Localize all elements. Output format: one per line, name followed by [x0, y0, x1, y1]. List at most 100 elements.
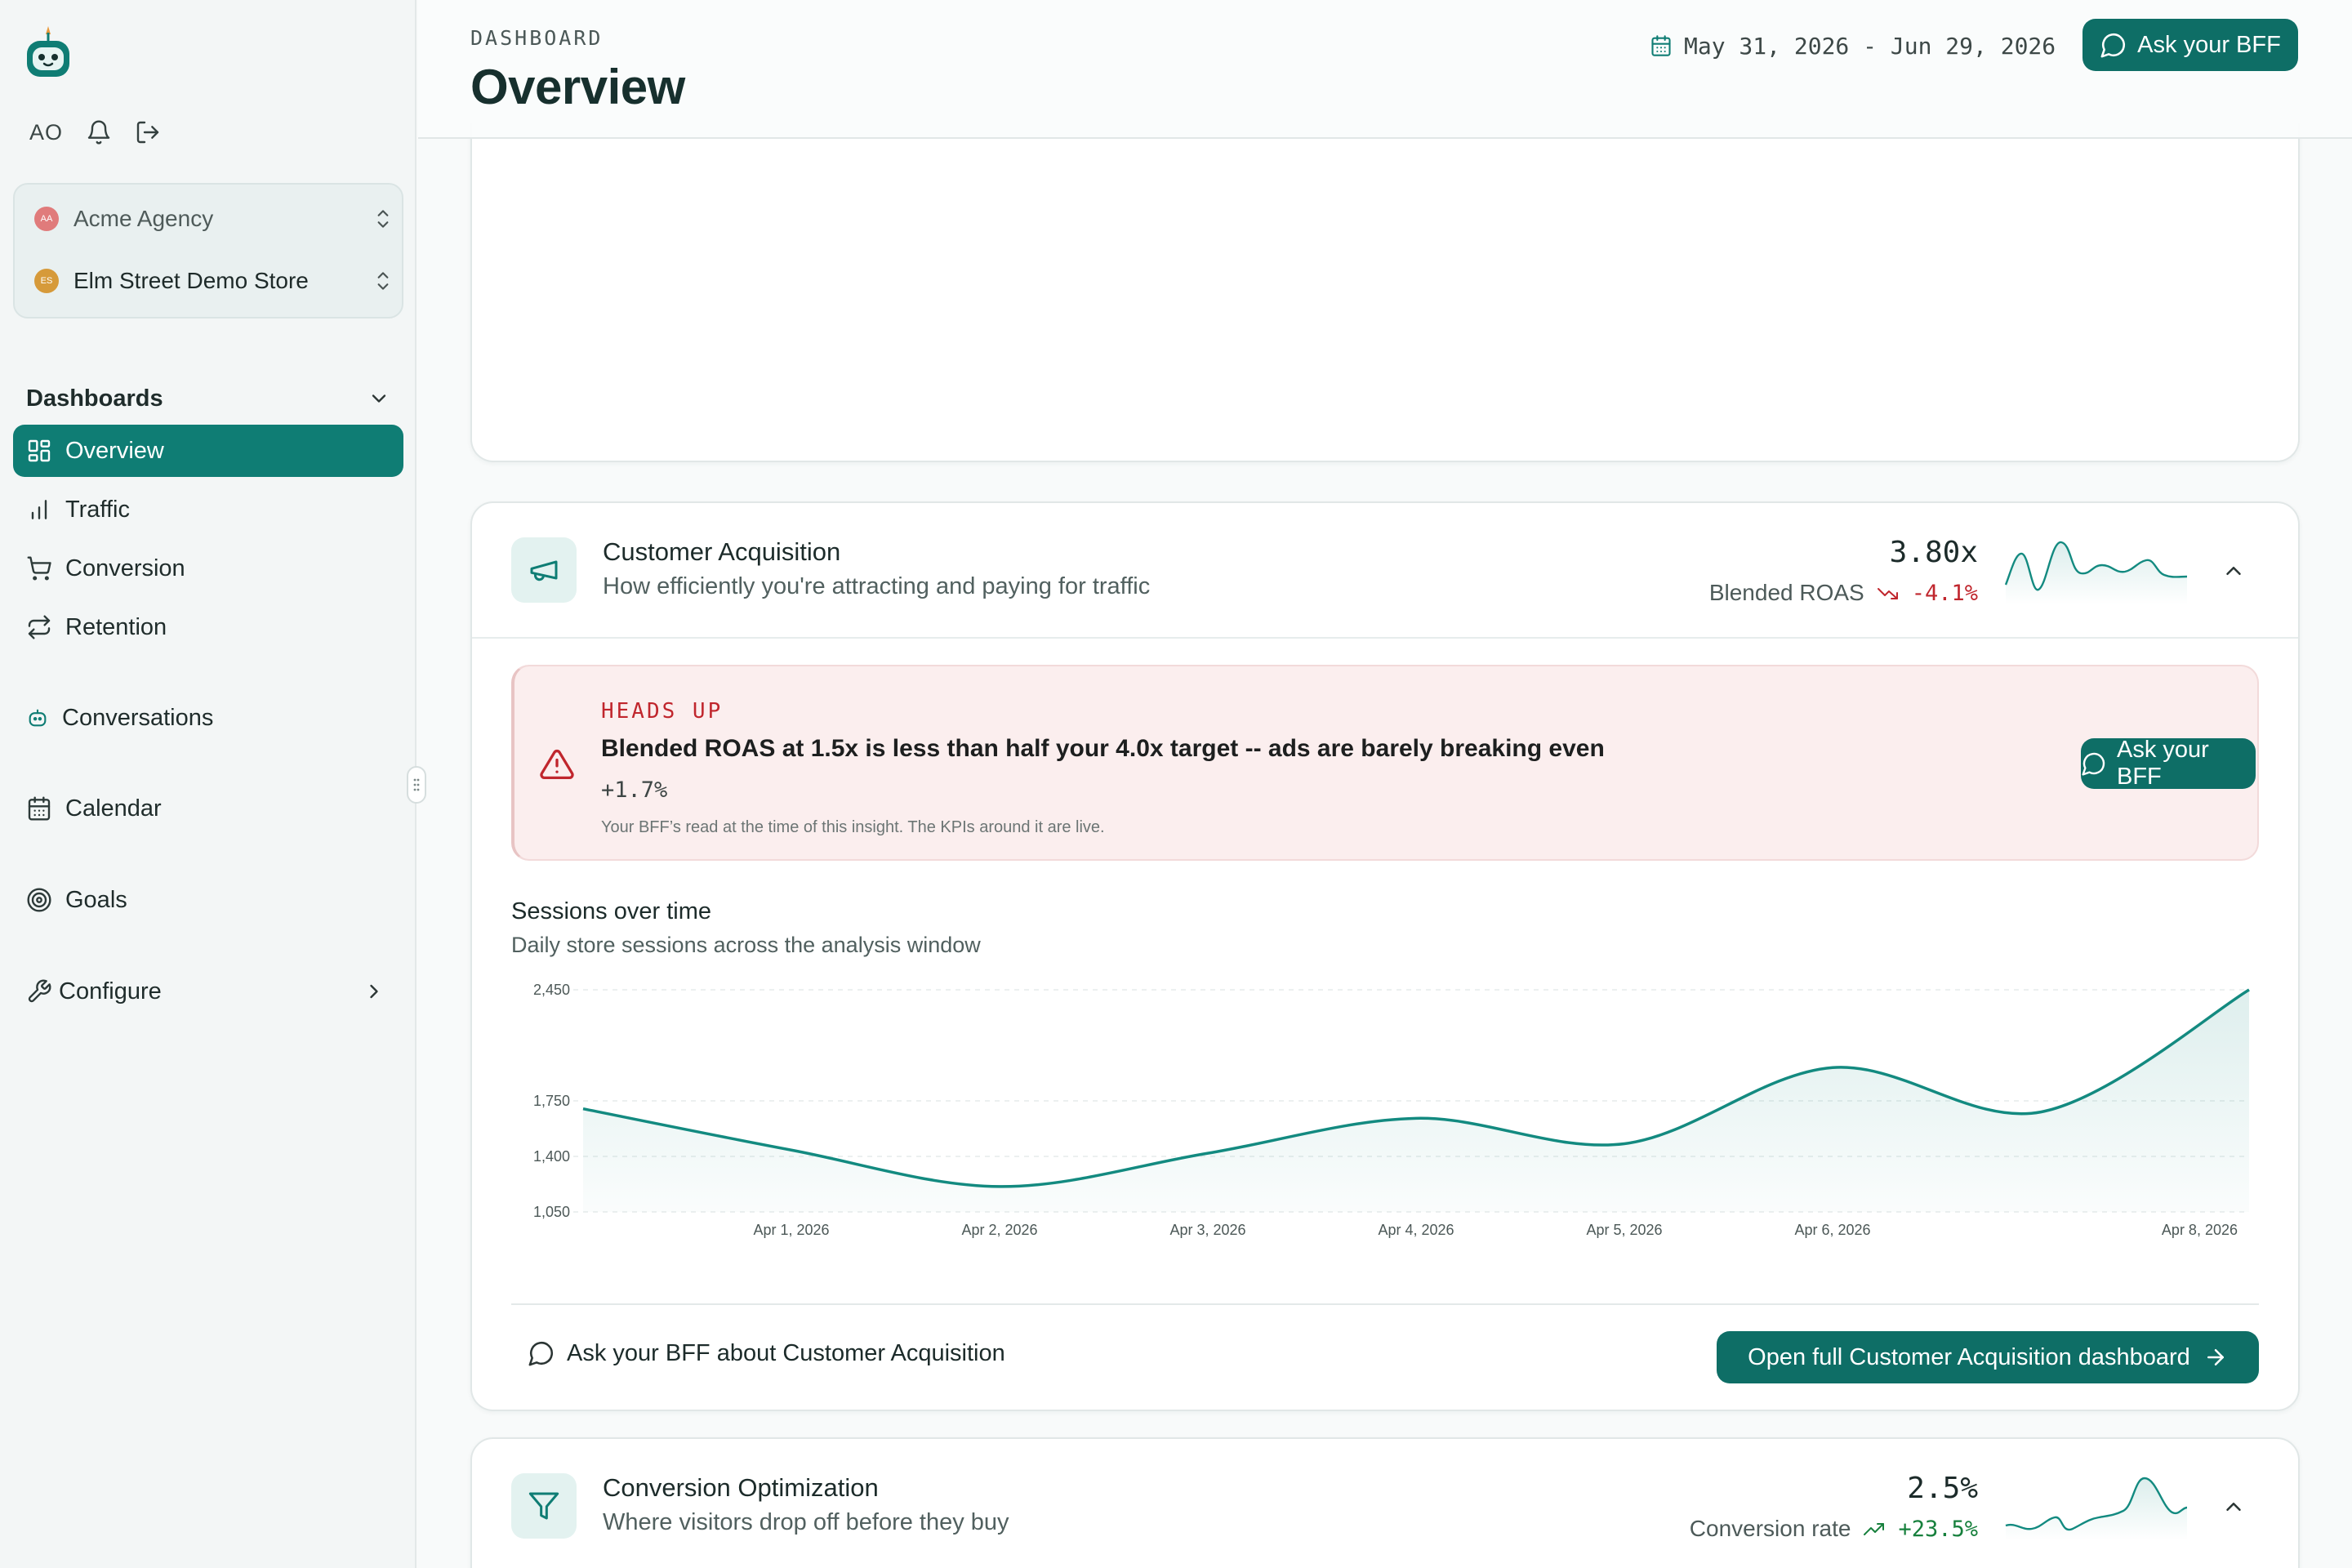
open-dashboard-button[interactable]: Open full Customer Acquisition dashboard	[1717, 1331, 2259, 1383]
target-icon	[26, 887, 52, 913]
sidebar-item-label: Calendar	[65, 795, 162, 822]
dashboards-section-label: Dashboards	[26, 385, 163, 412]
kpi-label-row: Conversion rate +23.5%	[1690, 1516, 1978, 1542]
heads-up-alert: HEADS UP Blended ROAS at 1.5x is less th…	[511, 665, 2259, 861]
kpi-value: 3.80x	[1889, 536, 1978, 569]
sidebar-resize-handle[interactable]	[407, 766, 426, 804]
ask-bff-about-link[interactable]: Ask your BFF about Customer Acquisition	[528, 1339, 1005, 1367]
bar-chart-icon	[26, 497, 52, 523]
sidebar-item-label: Overview	[65, 437, 164, 464]
conversion-optimization-header[interactable]: Conversion Optimization Where visitors d…	[472, 1439, 2298, 1568]
chevron-right-icon	[363, 980, 385, 1003]
message-circle-icon	[528, 1339, 555, 1367]
ask-bff-header-button[interactable]: Ask your BFF	[2082, 19, 2298, 71]
trending-down-icon	[1876, 583, 1900, 603]
kpi-label: Conversion rate	[1689, 1516, 1851, 1541]
x-tick-label: Apr 6, 2026	[1794, 1222, 1870, 1238]
card-title: Conversion Optimization	[603, 1473, 879, 1502]
open-dashboard-label: Open full Customer Acquisition dashboard	[1748, 1343, 2190, 1370]
funnel-icon	[528, 1490, 560, 1522]
sidebar-item-label: Retention	[65, 613, 167, 640]
sessions-chart: 1,050 1,400 1,750 2,450 Apr 1, 2026 Apr 2, 2…	[533, 982, 2250, 1238]
bff-robot-logo[interactable]	[23, 24, 74, 82]
kpi-delta: +23.5%	[1898, 1516, 1978, 1542]
user-initials[interactable]: AO	[29, 120, 63, 145]
logout-icon[interactable]	[135, 119, 161, 145]
message-circle-icon	[2100, 31, 2127, 59]
dashboards-section-toggle[interactable]: Dashboards	[26, 382, 390, 415]
chevrons-up-down-icon	[372, 269, 394, 293]
sidebar-item-conversations[interactable]: Conversations	[13, 692, 403, 744]
grid-icon	[26, 438, 52, 464]
agency-name: Acme Agency	[74, 206, 214, 231]
ask-bff-label: Ask your BFF	[2117, 737, 2209, 790]
sidebar-item-label: Goals	[65, 886, 127, 913]
chevrons-up-down-icon	[372, 207, 394, 231]
customer-acquisition-header[interactable]: Customer Acquisition How efficiently you…	[472, 503, 2298, 639]
trending-up-icon	[1862, 1519, 1886, 1539]
kpi-value: 2.5%	[1907, 1472, 1978, 1505]
page-header: DASHBOARD Overview May 31, 2026 - Jun 29…	[418, 0, 2352, 139]
y-tick-label: 1,400	[533, 1148, 570, 1165]
store-selector[interactable]: ES Elm Street Demo Store	[34, 265, 394, 297]
ask-bff-alert-button[interactable]: Ask your BFF	[2081, 737, 2256, 790]
message-circle-icon	[2081, 751, 2107, 777]
kpi-label: Blended ROAS	[1708, 580, 1864, 605]
card-title: Customer Acquisition	[603, 537, 841, 566]
sidebar-item-retention[interactable]: Retention	[13, 601, 403, 653]
x-tick-label: Apr 4, 2026	[1378, 1222, 1454, 1238]
chevron-up-icon[interactable]	[2221, 559, 2246, 583]
sidebar-item-traffic[interactable]: Traffic	[13, 483, 403, 536]
sidebar-item-label: Conversations	[62, 704, 214, 731]
repeat-icon	[26, 614, 52, 640]
chart-title: Sessions over time	[511, 898, 711, 924]
page-eyebrow: DASHBOARD	[470, 26, 604, 50]
ask-bff-about-label: Ask your BFF about Customer Acquisition	[567, 1339, 1005, 1366]
warning-triangle-icon	[539, 748, 575, 781]
megaphone-icon-box	[511, 537, 577, 603]
y-tick-label: 1,050	[533, 1204, 570, 1220]
y-tick-label: 2,450	[533, 982, 570, 998]
x-tick-label: Apr 1, 2026	[753, 1222, 829, 1238]
alert-note: Your BFF’s read at the time of this insi…	[601, 818, 1105, 836]
sidebar-item-overview[interactable]: Overview	[13, 425, 403, 477]
card-subtitle: How efficiently you're attracting and pa…	[603, 573, 1151, 599]
sidebar-item-calendar[interactable]: Calendar	[13, 782, 403, 835]
sidebar: AO AA Acme Agency ES Elm Street Demo Sto…	[0, 0, 426, 1568]
conversion-optimization-card: Conversion Optimization Where visitors d…	[470, 1437, 2300, 1568]
conversion-sparkline	[2005, 1477, 2188, 1540]
store-name: Elm Street Demo Store	[74, 268, 309, 293]
x-tick-label: Apr 3, 2026	[1169, 1222, 1245, 1238]
x-tick-label: Apr 8, 2026	[2162, 1222, 2238, 1238]
sidebar-item-configure[interactable]: Configure	[13, 965, 403, 1018]
workspace-selector: AA Acme Agency ES Elm Street Demo Store	[13, 183, 403, 318]
card-subtitle: Where visitors drop off before they buy	[603, 1509, 1009, 1535]
sidebar-item-label: Traffic	[65, 496, 130, 523]
bell-icon[interactable]	[86, 119, 112, 145]
footer-divider	[511, 1303, 2259, 1305]
x-tick-label: Apr 2, 2026	[961, 1222, 1037, 1238]
x-tick-label: Apr 5, 2026	[1586, 1222, 1662, 1238]
kpi-label-row: Blended ROAS -4.1%	[1709, 580, 1978, 606]
wrench-icon	[26, 978, 52, 1004]
megaphone-icon	[528, 554, 560, 586]
ask-bff-label: Ask your BFF	[2137, 31, 2281, 58]
chevron-up-icon[interactable]	[2221, 1494, 2246, 1519]
user-row: AO	[29, 116, 161, 149]
sidebar-item-conversion[interactable]: Conversion	[13, 542, 403, 595]
y-tick-label: 1,750	[533, 1093, 570, 1109]
agency-selector[interactable]: AA Acme Agency	[34, 203, 394, 235]
previous-section-card	[470, 122, 2300, 462]
bot-icon	[26, 706, 49, 729]
calendar-icon	[1650, 34, 1673, 57]
sidebar-item-goals[interactable]: Goals	[13, 874, 403, 926]
cart-icon	[26, 555, 52, 581]
arrow-right-icon	[2203, 1345, 2228, 1370]
page-title: Overview	[470, 60, 685, 114]
date-range-picker[interactable]: May 31, 2026 - Jun 29, 2026	[1650, 29, 2056, 62]
customer-acquisition-card: Customer Acquisition How efficiently you…	[470, 501, 2300, 1411]
agency-avatar: AA	[34, 207, 59, 231]
alert-title: Blended ROAS at 1.5x is less than half y…	[601, 735, 1605, 762]
grip-icon	[413, 778, 420, 791]
sidebar-item-label: Conversion	[65, 555, 185, 581]
